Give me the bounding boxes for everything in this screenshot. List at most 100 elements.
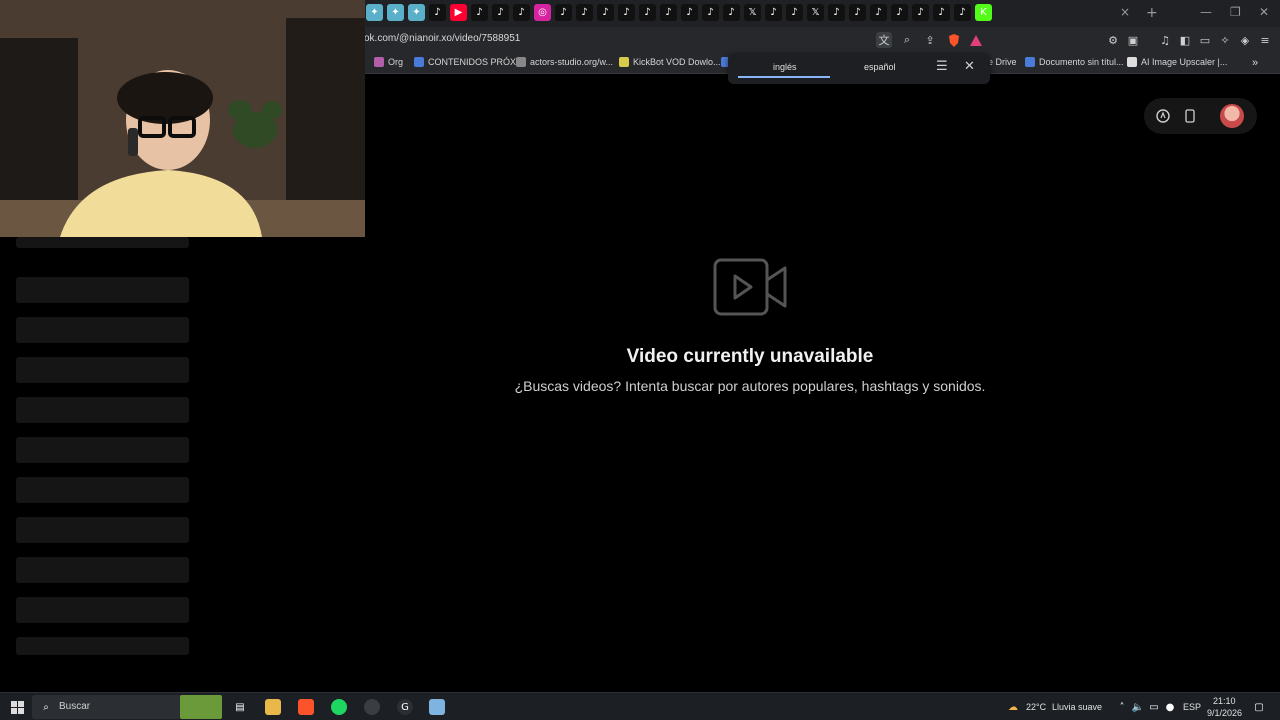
translate-options-icon[interactable]: ☰ — [936, 59, 948, 74]
share-icon[interactable]: ⇪ — [922, 32, 938, 48]
bookmark-favicon — [414, 57, 424, 67]
unavailable-title: Video currently unavailable — [626, 346, 874, 367]
profile-avatar[interactable] — [1220, 104, 1244, 128]
skeleton-row — [16, 237, 189, 248]
more-bookmarks-icon[interactable]: » — [1252, 57, 1258, 69]
bookmark-documento[interactable]: Documento sin títul... — [1025, 57, 1124, 67]
weather-temp: 22°C — [1026, 702, 1047, 712]
translate-close-icon[interactable]: ✕ — [964, 59, 975, 74]
tiktok-tab-icon[interactable]: ♪ — [849, 4, 866, 21]
tiktok-tab-icon[interactable]: ♪ — [618, 4, 635, 21]
bookmark-favicon — [1127, 57, 1137, 67]
video-camera-icon — [713, 258, 787, 321]
tiktok-tab-icon[interactable]: ♪ — [870, 4, 887, 21]
bookmark-contenidos[interactable]: CONTENIDOS PRÓX... — [414, 57, 524, 67]
zoom-icon[interactable]: ⌕ — [899, 32, 915, 48]
clock-date[interactable]: 9/1/2026 — [1207, 708, 1242, 718]
tiktok-tab-icon[interactable]: ♪ — [765, 4, 782, 21]
file-explorer-icon[interactable] — [265, 699, 281, 715]
skeleton-row — [16, 637, 189, 655]
translate-tab-source[interactable]: inglés — [773, 62, 797, 72]
bookmark-org[interactable]: Org — [374, 57, 403, 67]
obs-icon[interactable] — [364, 699, 380, 715]
windows-start-icon[interactable] — [9, 699, 25, 715]
minimize-icon[interactable]: — — [1200, 5, 1212, 19]
window-close-icon[interactable]: ✕ — [1259, 5, 1269, 19]
weather-desc: Lluvia suave — [1052, 702, 1103, 712]
tiktok-tab-icon[interactable]: ♪ — [660, 4, 677, 21]
translate-tab-target[interactable]: español — [864, 62, 896, 72]
volume-icon[interactable]: 🔈 — [1130, 699, 1146, 715]
tiktok-tab-icon[interactable]: ♪ — [576, 4, 593, 21]
x-tab-icon[interactable]: 𝕏 — [807, 4, 824, 21]
chevron-up-icon[interactable]: ˄ — [1114, 699, 1130, 715]
instagram-tab-icon[interactable]: ◎ — [534, 4, 551, 21]
language-indicator[interactable]: ESP — [1183, 702, 1201, 712]
weather-icon[interactable]: ☁ — [1005, 699, 1021, 715]
notepad-icon[interactable] — [429, 699, 445, 715]
vpn-icon[interactable]: ◈ — [1237, 32, 1253, 48]
url-field[interactable]: ok.com/@nianoir.xo/video/7588951 — [364, 33, 520, 44]
search-highlight-image — [180, 695, 222, 719]
kick-tab-icon[interactable]: K — [975, 4, 992, 21]
tiktok-tab-icon[interactable]: ♪ — [471, 4, 488, 21]
get-app-icon[interactable] — [1182, 108, 1198, 124]
taskbar-search[interactable]: ⌕ Buscar — [32, 695, 222, 719]
tiktok-tab-icon[interactable]: ♪ — [933, 4, 950, 21]
tiktok-tab-icon[interactable]: ♪ — [492, 4, 509, 21]
screenshot-icon[interactable]: ▣ — [1125, 32, 1141, 48]
skeleton-row — [16, 437, 189, 463]
bookmark-actors-studio[interactable]: actors-studio.org/w... — [516, 57, 613, 67]
windows-taskbar: ⌕ Buscar ▤ G ☁ 22°C Lluvia suave ˄ 🔈 ▭ ●… — [0, 692, 1280, 720]
skeleton-row — [16, 477, 189, 503]
tiktok-tab-icon[interactable]: ♪ — [639, 4, 656, 21]
bookmark-favicon — [516, 57, 526, 67]
tab-tab-icon[interactable]: ✦ — [387, 4, 404, 21]
tiktok-tab-icon[interactable]: ♪ — [828, 4, 845, 21]
x-tab-icon[interactable]: 𝕏 — [744, 4, 761, 21]
tiktok-coin-icon[interactable] — [1155, 108, 1171, 124]
tiktok-tab-icon[interactable]: ♪ — [513, 4, 530, 21]
tiktok-tab-icon[interactable]: ♪ — [891, 4, 908, 21]
tiktok-tab-icon[interactable]: ♪ — [786, 4, 803, 21]
brave-shields-icon[interactable] — [946, 32, 962, 48]
tiktok-tab-icon[interactable]: ♪ — [555, 4, 572, 21]
tab-tab-icon[interactable]: ✦ — [366, 4, 383, 21]
media-icon[interactable]: ♫ — [1157, 32, 1173, 48]
tiktok-tab-icon[interactable]: ♪ — [954, 4, 971, 21]
brave-rewards-icon[interactable] — [968, 32, 984, 48]
bookmark-drive[interactable]: e Drive — [988, 57, 1017, 67]
tiktok-tab-icon[interactable]: ♪ — [702, 4, 719, 21]
bookmark-ai-upscaler[interactable]: AI Image Upscaler |... — [1127, 57, 1227, 67]
menu-icon[interactable]: ≡ — [1257, 32, 1273, 48]
bookmark-favicon — [1025, 57, 1035, 67]
new-tab-button[interactable]: + — [1146, 5, 1158, 21]
capcut-icon[interactable]: G — [397, 699, 413, 715]
tiktok-tab-icon[interactable]: ♪ — [723, 4, 740, 21]
tiktok-tab-icon[interactable]: ♪ — [681, 4, 698, 21]
maximize-icon[interactable]: ❐ — [1230, 5, 1241, 19]
notifications-icon[interactable]: ▢ — [1251, 699, 1267, 715]
translate-popup: inglés español ☰ ✕ — [728, 53, 990, 84]
tab-list: ✦ ✦ ✦ ♪ ▶ ♪ ♪ ♪ ◎ ♪ ♪ ♪ ♪ ♪ ♪ ♪ ♪ ♪ 𝕏 ♪ ♪ 𝕏 ♪ ♪ ♪ ♪ ♪ ♪ ♪ K — [366, 4, 992, 21]
task-view-icon[interactable]: ▤ — [232, 699, 248, 715]
tab-tab-icon[interactable]: ✦ — [408, 4, 425, 21]
spotify-icon[interactable] — [331, 699, 347, 715]
screen: ✦ ✦ ✦ ♪ ▶ ♪ ♪ ♪ ◎ ♪ ♪ ♪ ♪ ♪ ♪ ♪ ♪ ♪ 𝕏 ♪ ♪ 𝕏 ♪ ♪ ♪ ♪ ♪ ♪ ♪ K × + — ❐ ✕… — [0, 0, 1280, 720]
tiktok-tab-icon[interactable]: ♪ — [912, 4, 929, 21]
close-tab-icon[interactable]: × — [1120, 5, 1130, 19]
sidebar-icon[interactable]: ◧ — [1177, 32, 1193, 48]
tiktok-tab-icon[interactable]: ♪ — [429, 4, 446, 21]
wallet-icon[interactable]: ▭ — [1197, 32, 1213, 48]
youtube-tab-icon[interactable]: ▶ — [450, 4, 467, 21]
network-icon[interactable]: ▭ — [1146, 699, 1162, 715]
skeleton-row — [16, 517, 189, 543]
leo-ai-icon[interactable]: ✧ — [1217, 32, 1233, 48]
bookmark-kickbot[interactable]: KickBot VOD Dowlo... — [619, 57, 721, 67]
extensions-icon[interactable]: ⚙ — [1105, 32, 1121, 48]
microphone-icon[interactable]: ● — [1162, 699, 1178, 715]
tiktok-tab-icon[interactable]: ♪ — [597, 4, 614, 21]
clock-time[interactable]: 21:10 — [1213, 696, 1236, 706]
translate-icon[interactable]: 文 — [876, 32, 892, 48]
brave-browser-icon[interactable] — [298, 699, 314, 715]
